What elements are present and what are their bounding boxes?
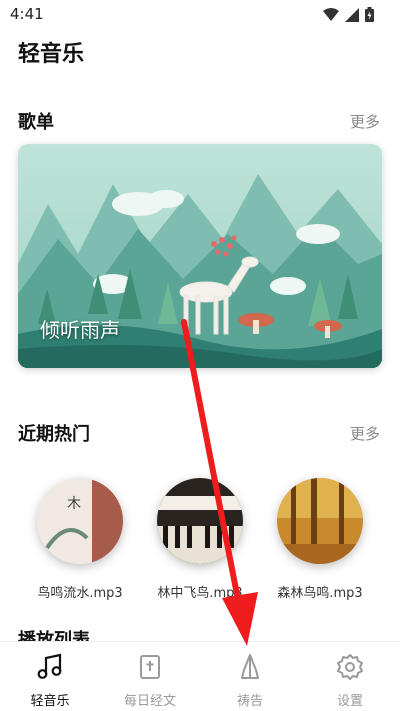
battery-icon [365, 7, 374, 22]
app-title: 轻音乐 [18, 42, 85, 67]
praying-hands-icon [241, 654, 259, 679]
nav-label: 祷告 [236, 694, 263, 709]
music-note-icon [37, 653, 62, 679]
nav-item-light-music[interactable]: 轻音乐 [0, 642, 100, 711]
status-time: 4:41 [10, 5, 44, 23]
playlists-more-link[interactable]: 更多 [350, 111, 380, 132]
playlists-title: 歌单 [18, 112, 54, 133]
signal-icon [345, 7, 359, 22]
recent-item[interactable]: 森林鸟鸣.mp3 [260, 470, 380, 601]
track-cover [157, 478, 243, 564]
track-name: 林中飞鸟.mp3 [157, 586, 243, 601]
wifi-icon [323, 7, 339, 21]
nav-label: 每日经文 [123, 694, 176, 709]
nav-label: 设置 [336, 694, 363, 709]
nav-item-settings[interactable]: 设置 [300, 642, 400, 711]
bottom-nav: 轻音乐 每日经文 祷告 设置 [0, 641, 400, 711]
nav-item-daily-scripture[interactable]: 每日经文 [100, 642, 200, 711]
nav-label: 轻音乐 [30, 694, 70, 709]
track-cover [277, 478, 363, 564]
recent-title: 近期热门 [18, 424, 90, 445]
featured-playlist-label: 倾听雨声 [40, 318, 120, 342]
featured-playlist-card[interactable]: 倾听雨声 [18, 144, 382, 368]
track-name: 森林鸟鸣.mp3 [277, 586, 363, 601]
recent-list: 木 鸟鸣流水.mp3 林中飞鸟.mp3 森林鸟鸣.mp3 [0, 470, 400, 610]
recent-more-link[interactable]: 更多 [350, 423, 380, 444]
track-cover: 木 [37, 478, 123, 564]
recent-item[interactable]: 木 鸟鸣流水.mp3 [20, 470, 140, 601]
status-icons [323, 7, 374, 22]
track-name: 鸟鸣流水.mp3 [37, 586, 123, 601]
recent-header: 近期热门 更多 [18, 420, 380, 450]
playlists-header: 歌单 更多 [18, 108, 380, 138]
nav-item-prayer[interactable]: 祷告 [200, 642, 300, 711]
bible-icon [140, 655, 160, 679]
svg-text:木: 木 [67, 496, 81, 512]
status-bar: 4:41 [0, 0, 400, 28]
gear-icon [337, 654, 363, 680]
recent-item[interactable]: 林中飞鸟.mp3 [140, 470, 260, 601]
